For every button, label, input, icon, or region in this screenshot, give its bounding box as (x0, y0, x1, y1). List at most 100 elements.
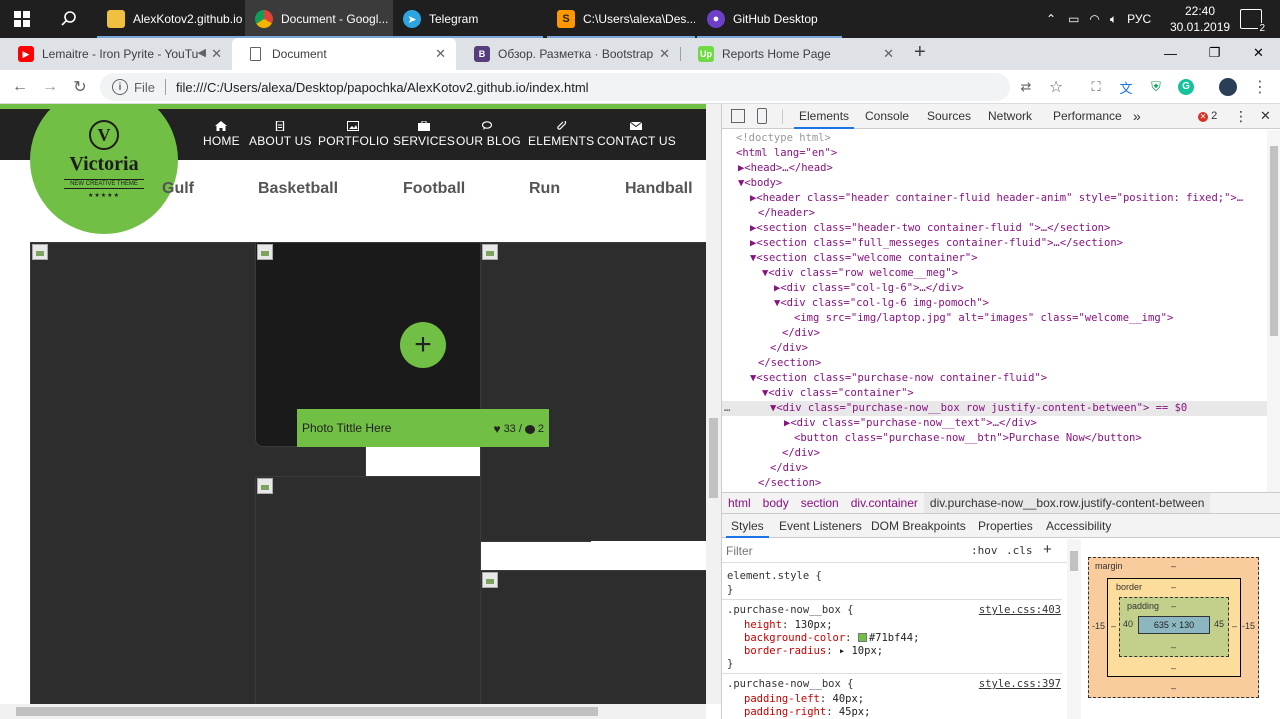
speaker-icon[interactable]: ◀ (198, 46, 206, 59)
more-tabs-icon[interactable]: » (1133, 104, 1141, 129)
rule-source-link[interactable]: style.css:403 (979, 604, 1061, 617)
close-icon[interactable]: ✕ (883, 46, 894, 62)
ellipsis-icon[interactable]: … (724, 401, 730, 416)
hov-toggle[interactable]: :hov (971, 544, 998, 557)
tab-elements[interactable]: Elements (794, 104, 855, 129)
menu-item-portfolio[interactable]: PORTFOLIO (318, 121, 389, 148)
maximize-icon[interactable]: ❐ (1192, 38, 1237, 68)
device-toolbar-icon[interactable] (757, 108, 767, 124)
breadcrumb-item[interactable]: section (795, 496, 845, 510)
dom-line[interactable]: ▶<div class="col-lg-6">…</div> (722, 281, 1267, 296)
dom-line[interactable]: ▼<div class="col-lg-6 img-pomoch"> (722, 296, 1267, 311)
profile-avatar[interactable] (1218, 77, 1238, 97)
dom-line[interactable]: ▶<header class="header container-fluid h… (722, 191, 1267, 206)
devtools-menu-icon[interactable]: ⋮ (1234, 108, 1248, 125)
tab-bootstrap[interactable]: B Обзор. Разметка · Bootstrap ✕ (456, 38, 680, 70)
dom-line[interactable]: <!doctype html> (722, 131, 1267, 146)
screenshot-extension-icon[interactable]: ⛶ (1086, 77, 1106, 97)
wifi-icon[interactable]: ◠ (1089, 12, 1099, 26)
add-rule-icon[interactable]: + (1043, 541, 1052, 558)
subtab-styles[interactable]: Styles (726, 514, 769, 538)
color-swatch[interactable] (857, 633, 867, 642)
box-model-border[interactable]: border – – – – padding – 40 45 – 635 × 1… (1107, 578, 1241, 677)
window-close-icon[interactable]: ✕ (1236, 38, 1280, 68)
close-icon[interactable]: ✕ (211, 46, 222, 62)
taskbar-item-telegram[interactable]: ➤ Telegram (393, 0, 543, 38)
dom-line[interactable]: ▶<div class="purchase-now__text">…</div> (722, 416, 1267, 431)
inspect-element-icon[interactable] (731, 109, 745, 123)
page-vertical-scrollbar[interactable] (706, 104, 721, 704)
scroll-thumb[interactable] (709, 418, 718, 498)
reload-icon[interactable]: ↻ (69, 76, 91, 98)
portfolio-tile[interactable] (255, 476, 481, 719)
css-property[interactable]: padding-right: 45px; (722, 706, 1067, 719)
taskbar-item-explorer[interactable]: AlexKotov2.github.io (97, 0, 245, 38)
box-model-content[interactable]: 635 × 130 (1138, 616, 1210, 634)
filter-run[interactable]: Run (529, 180, 560, 198)
volume-icon[interactable]: 🔈︎ (1110, 12, 1117, 27)
dom-line[interactable]: </div> (722, 446, 1267, 461)
translate-icon[interactable]: ⇄ (1016, 77, 1036, 97)
scroll-thumb[interactable] (16, 707, 598, 716)
dom-scrollbar[interactable] (1267, 130, 1280, 492)
tab-sources[interactable]: Sources (927, 104, 971, 129)
dom-line[interactable]: ▶<section class="full_messeges container… (722, 236, 1267, 251)
language-indicator[interactable]: РУС (1127, 12, 1151, 26)
dom-line[interactable]: <html lang="en"> (722, 146, 1267, 161)
taskbar-item-chrome[interactable]: Document - Googl... (245, 0, 393, 38)
plus-icon[interactable]: + (400, 322, 446, 368)
bookmark-star-icon[interactable]: ☆ (1046, 77, 1066, 97)
dom-line[interactable]: </section> (722, 356, 1267, 371)
page-horizontal-scrollbar[interactable] (0, 704, 706, 719)
dom-line[interactable]: ▼<div class="row welcome__meg"> (722, 266, 1267, 281)
filter-basketball[interactable]: Basketball (258, 180, 338, 198)
grammarly-icon[interactable]: G (1176, 77, 1196, 97)
subtab-properties[interactable]: Properties (978, 514, 1033, 538)
minimize-icon[interactable]: — (1148, 38, 1193, 68)
dom-line[interactable]: ▼<div class="container"> (722, 386, 1267, 401)
filter-football[interactable]: Football (403, 180, 465, 198)
dom-line[interactable]: </section> (722, 476, 1267, 491)
site-logo[interactable]: V Victoria NEW CREATIVE THEME ★★★★★ (30, 104, 178, 234)
styles-filter-input[interactable] (726, 543, 946, 559)
css-property[interactable]: padding-left: 40px; (722, 693, 1067, 706)
clock[interactable]: 22:40 30.01.2019 (1170, 3, 1230, 35)
forward-icon[interactable]: → (39, 76, 61, 98)
menu-item-blog[interactable]: OUR BLOG (456, 121, 521, 148)
dom-line[interactable]: </div> (722, 461, 1267, 476)
subtab-dom-breakpoints[interactable]: DOM Breakpoints (871, 514, 966, 538)
dom-line[interactable]: ▼<section class="welcome container"> (722, 251, 1267, 266)
filter-gulf[interactable]: Gulf (162, 180, 194, 198)
taskbar-item-github-desktop[interactable]: ● GitHub Desktop (697, 0, 842, 38)
cls-toggle[interactable]: .cls (1006, 544, 1033, 557)
dom-line[interactable]: ▼<body> (722, 176, 1267, 191)
search-icon[interactable] (60, 10, 78, 28)
dom-tree[interactable]: <!doctype html> <html lang="en"> ▶<head>… (722, 130, 1267, 492)
dom-line[interactable]: </div> (722, 326, 1267, 341)
rule-selector[interactable]: .purchase-now__box { style.css:397 (722, 678, 1067, 691)
dom-line[interactable]: ▶<section class="header-two container-fl… (722, 221, 1267, 236)
element-style-selector[interactable]: element.style { (722, 570, 1067, 583)
box-model-margin[interactable]: margin – -15 -15 – border – – – – paddin… (1088, 557, 1259, 698)
tab-network[interactable]: Network (988, 104, 1032, 129)
menu-item-about[interactable]: ABOUT US (249, 121, 312, 148)
subtab-event-listeners[interactable]: Event Listeners (779, 514, 862, 538)
breadcrumb-item[interactable]: html (722, 496, 757, 510)
back-icon[interactable]: ← (9, 76, 31, 98)
menu-item-services[interactable]: SERVICES (393, 121, 455, 148)
dom-line[interactable]: ▶<head>…</head> (722, 161, 1267, 176)
styles-scrollbar[interactable] (1067, 539, 1081, 719)
new-tab-button[interactable]: + (914, 41, 926, 64)
dom-line[interactable]: </div> (722, 341, 1267, 356)
tab-youtube[interactable]: ▶ Lemaitre - Iron Pyrite - YouTu ◀ ✕ (0, 38, 232, 70)
dom-line[interactable]: ▼<section class="purchase-now container-… (722, 371, 1267, 386)
chevron-up-icon[interactable]: ⌃ (1046, 12, 1056, 26)
dom-line[interactable]: </header> (722, 206, 1267, 221)
adblock-shield-icon[interactable]: ⛨ (1146, 77, 1166, 97)
error-badge[interactable]: ✕ 2 (1198, 110, 1217, 122)
more-menu-icon[interactable]: ⋮ (1250, 77, 1270, 97)
dom-line[interactable]: <img src="img/laptop.jpg" alt="images" c… (722, 311, 1267, 326)
menu-item-elements[interactable]: ELEMENTS (528, 121, 594, 148)
info-icon[interactable]: i (112, 79, 128, 95)
rule-selector[interactable]: .purchase-now__box { style.css:403 (722, 604, 1067, 617)
